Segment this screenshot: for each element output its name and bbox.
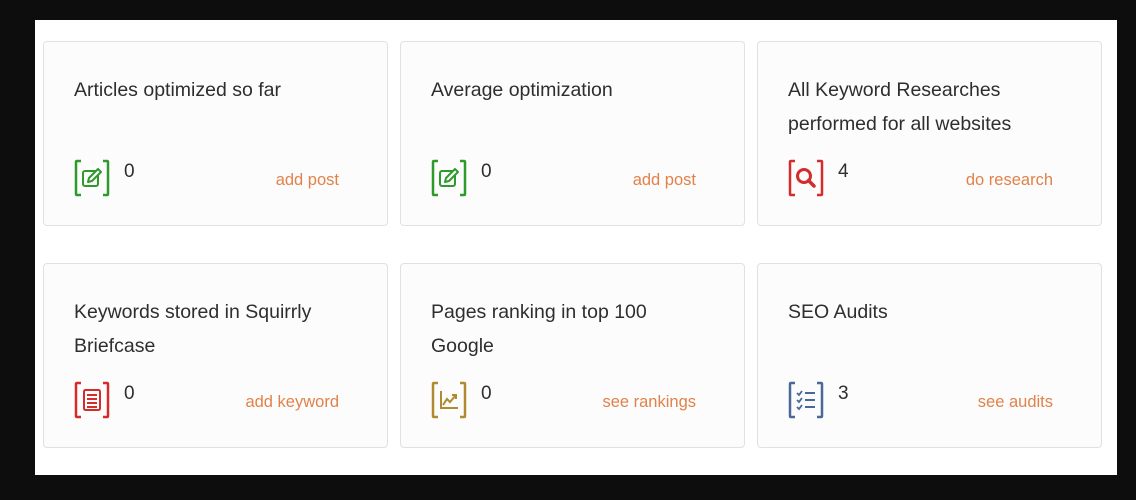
- add-post-link[interactable]: add post: [633, 171, 696, 190]
- card-average-optimization: Average optimization 0 add post: [400, 41, 745, 226]
- edit-icon: [74, 159, 110, 197]
- checklist-icon: [788, 381, 824, 419]
- card-title: SEO Audits: [788, 301, 888, 323]
- chart-icon: [431, 381, 467, 419]
- add-post-link[interactable]: add post: [276, 171, 339, 190]
- articles-count: 0: [124, 161, 135, 182]
- audits-count: 3: [838, 383, 849, 404]
- card-articles-optimized: Articles optimized so far 0 add post: [43, 41, 388, 226]
- card-keyword-researches: All Keyword Researches performed for all…: [757, 41, 1102, 226]
- average-count: 0: [481, 161, 492, 182]
- card-title: Average optimization: [431, 79, 613, 101]
- card-seo-audits: SEO Audits 3 see audits: [757, 263, 1102, 448]
- research-count: 4: [838, 161, 849, 182]
- card-briefcase-keywords: Keywords stored in Squirrly Briefcase 0 …: [43, 263, 388, 448]
- keywords-count: 0: [124, 383, 135, 404]
- do-research-link[interactable]: do research: [966, 171, 1053, 190]
- ranking-count: 0: [481, 383, 492, 404]
- card-title: Keywords stored in Squirrly Briefcase: [74, 301, 312, 357]
- card-title: Pages ranking in top 100 Google: [431, 301, 647, 357]
- see-rankings-link[interactable]: see rankings: [602, 393, 696, 412]
- edit-icon: [431, 159, 467, 197]
- briefcase-icon: [74, 381, 110, 419]
- card-title: Articles optimized so far: [74, 79, 281, 101]
- stats-panel: Articles optimized so far 0 add post Ave…: [35, 20, 1117, 475]
- search-icon: [788, 159, 824, 197]
- card-title: All Keyword Researches performed for all…: [788, 79, 1012, 135]
- add-keyword-link[interactable]: add keyword: [245, 393, 339, 412]
- card-pages-ranking: Pages ranking in top 100 Google 0 see ra…: [400, 263, 745, 448]
- see-audits-link[interactable]: see audits: [978, 393, 1053, 412]
